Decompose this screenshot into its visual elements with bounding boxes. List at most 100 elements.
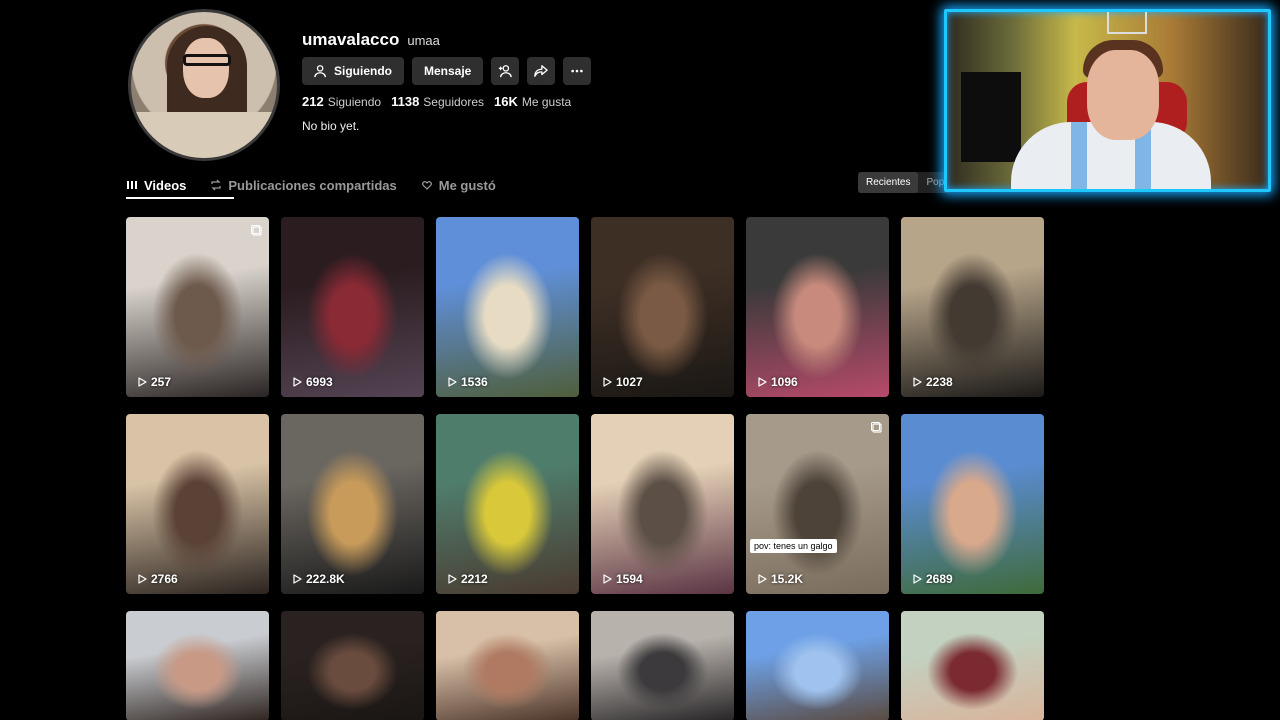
webcam-monitor (961, 72, 1021, 162)
video-tile[interactable] (901, 611, 1044, 720)
grid-icon (127, 181, 137, 189)
video-view-count-value: 6993 (306, 375, 333, 389)
play-icon (138, 574, 147, 584)
play-icon (603, 377, 612, 387)
profile-actions: Siguiendo Mensaje (302, 57, 592, 85)
play-icon (913, 574, 922, 584)
message-button[interactable]: Mensaje (412, 57, 484, 85)
message-button-label: Mensaje (424, 64, 472, 78)
video-view-count-value: 1594 (616, 572, 643, 586)
avatar-glasses (183, 54, 231, 66)
video-tile[interactable] (126, 611, 269, 720)
following-button-label: Siguiendo (334, 64, 392, 78)
add-user-icon (499, 65, 513, 78)
video-view-count-value: 1536 (461, 375, 488, 389)
video-tile[interactable]: 257 (126, 217, 269, 397)
following-count: 212 (302, 94, 324, 109)
video-view-count: 257 (138, 375, 171, 389)
video-tile[interactable]: pov: tenes un galgo 15.2K (746, 414, 889, 594)
video-view-count: 2212 (448, 572, 488, 586)
video-view-count: 2689 (913, 572, 953, 586)
video-tile[interactable] (746, 611, 889, 720)
video-view-count-value: 2689 (926, 572, 953, 586)
following-stat-label: Siguiendo (327, 95, 382, 109)
profile-bio: No bio yet. (302, 119, 360, 133)
sort-recent[interactable]: Recientes (858, 172, 919, 193)
video-view-count-value: 1027 (616, 375, 643, 389)
video-tile[interactable]: 2689 (901, 414, 1044, 594)
share-button[interactable] (527, 57, 556, 85)
webcam-hoop (1107, 12, 1147, 34)
share-icon (534, 65, 549, 77)
video-view-count: 1594 (603, 572, 643, 586)
tab-reposts-label: Publicaciones compartidas (228, 177, 397, 193)
play-icon (913, 377, 922, 387)
video-tile[interactable] (436, 611, 579, 720)
user-check-icon (314, 65, 327, 78)
play-icon (758, 377, 767, 387)
photo-carousel-icon (871, 422, 882, 433)
webcam-face (1087, 50, 1159, 140)
play-icon (448, 574, 457, 584)
tab-videos-label: Videos (144, 177, 187, 193)
profile-header: umavalacco umaa (302, 30, 440, 50)
video-tile[interactable]: 2766 (126, 414, 269, 594)
tab-liked-label: Me gustó (438, 177, 496, 193)
video-view-count: 1027 (603, 375, 643, 389)
video-tile[interactable]: 1594 (591, 414, 734, 594)
video-view-count-value: 1096 (771, 375, 798, 389)
video-view-count: 2238 (913, 375, 953, 389)
video-tile[interactable]: 6993 (281, 217, 424, 397)
video-view-count: 1096 (758, 375, 798, 389)
avatar-face (183, 38, 229, 98)
video-tile[interactable]: 2212 (436, 414, 579, 594)
video-tile[interactable]: 1027 (591, 217, 734, 397)
tab-reposts[interactable]: Publicaciones compartidas (210, 170, 397, 200)
play-icon (758, 574, 767, 584)
profile-avatar[interactable] (128, 9, 280, 161)
profile-username: umavalacco (302, 30, 400, 49)
video-view-count-value: 222.8K (306, 572, 345, 586)
video-view-count-value: 257 (151, 375, 172, 389)
play-icon (293, 574, 302, 584)
video-view-count-value: 2238 (926, 375, 953, 389)
video-tile[interactable] (281, 611, 424, 720)
play-icon (138, 377, 147, 387)
tab-liked[interactable]: Me gustó (421, 170, 496, 200)
avatar-sweater (131, 112, 277, 158)
video-view-count: 222.8K (293, 572, 345, 586)
video-caption: pov: tenes un galgo (750, 539, 837, 553)
video-tile[interactable] (591, 611, 734, 720)
profile-nickname: umaa (407, 33, 440, 48)
photo-carousel-icon (251, 225, 262, 236)
followers-stat[interactable]: 1138 Seguidores (391, 94, 484, 109)
video-view-count: 15.2K (758, 572, 803, 586)
more-button[interactable] (563, 57, 592, 85)
video-tile[interactable]: 1096 (746, 217, 889, 397)
video-view-count-value: 2766 (151, 572, 178, 586)
heart-icon (421, 181, 432, 190)
video-view-count-value: 2212 (461, 572, 488, 586)
add-friend-button[interactable] (491, 57, 520, 85)
video-tile[interactable]: 2238 (901, 217, 1044, 397)
more-icon (571, 69, 584, 73)
active-tab-indicator (126, 197, 234, 199)
play-icon (448, 377, 457, 387)
following-button[interactable]: Siguiendo (302, 57, 404, 85)
followers-count: 1138 (391, 94, 420, 109)
profile-stats: 212 Siguiendo 1138 Seguidores 16K Me gusta (302, 94, 571, 109)
play-icon (603, 574, 612, 584)
likes-stat: 16K Me gusta (494, 94, 571, 109)
profile-tabs: Videos Publicaciones compartidas Me gust… (126, 170, 520, 200)
sort-toggle: Recientes Pop (858, 172, 953, 193)
video-view-count: 2766 (138, 572, 178, 586)
following-stat[interactable]: 212 Siguiendo (302, 94, 381, 109)
video-grid: 257 6993 1536 1027 1096 2238 2766 222.8K 2212 159… (126, 217, 1044, 720)
video-view-count-value: 15.2K (771, 572, 804, 586)
video-view-count: 1536 (448, 375, 488, 389)
followers-stat-label: Seguidores (423, 95, 485, 109)
video-tile[interactable]: 1536 (436, 217, 579, 397)
likes-count: 16K (494, 94, 518, 109)
tab-videos[interactable]: Videos (126, 170, 186, 200)
video-tile[interactable]: 222.8K (281, 414, 424, 594)
